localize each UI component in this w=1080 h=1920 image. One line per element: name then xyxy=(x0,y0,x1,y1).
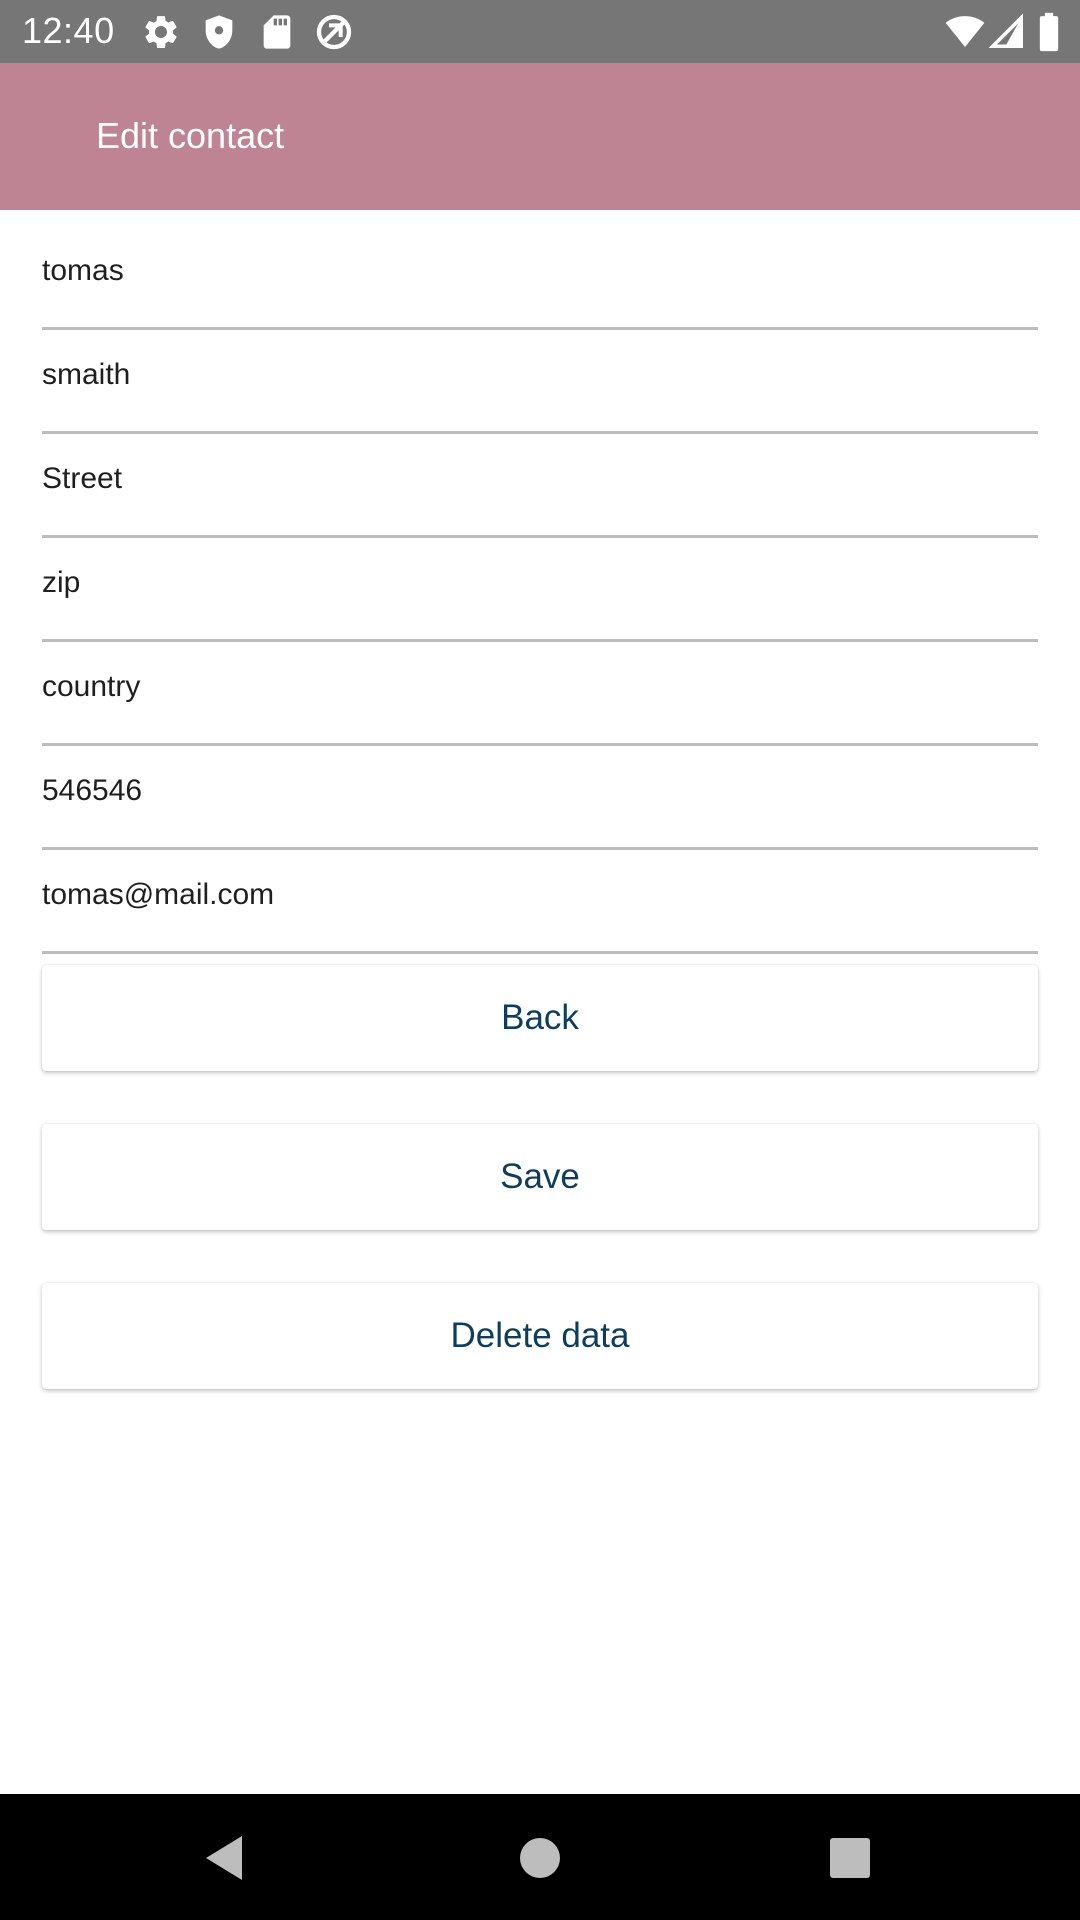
email-input[interactable] xyxy=(42,867,1038,923)
cell-signal-icon xyxy=(988,12,1026,52)
back-button[interactable]: Back xyxy=(42,965,1038,1071)
first-name-underline xyxy=(42,327,1038,330)
first-name-input[interactable] xyxy=(42,243,1038,299)
battery-icon xyxy=(1036,12,1062,52)
zip-underline xyxy=(42,639,1038,642)
email-field xyxy=(42,867,1038,957)
country-underline xyxy=(42,743,1038,746)
email-underline xyxy=(42,951,1038,954)
first-name-field xyxy=(42,243,1038,333)
shield-icon xyxy=(199,12,239,52)
recents-square-icon[interactable] xyxy=(822,1830,878,1886)
home-circle-icon[interactable] xyxy=(512,1830,568,1886)
street-field xyxy=(42,451,1038,541)
sd-card-icon xyxy=(257,12,297,52)
page-title: Edit contact xyxy=(96,115,285,156)
zip-input[interactable] xyxy=(42,555,1038,611)
phone-input[interactable] xyxy=(42,763,1038,819)
phone-field xyxy=(42,763,1038,853)
save-button[interactable]: Save xyxy=(42,1124,1038,1230)
last-name-field xyxy=(42,347,1038,437)
wifi-icon xyxy=(944,12,986,52)
delete-data-button[interactable]: Delete data xyxy=(42,1283,1038,1389)
zip-field xyxy=(42,555,1038,645)
navigation-bar xyxy=(0,1794,1080,1920)
country-field xyxy=(42,659,1038,749)
status-bar: 12:40 xyxy=(0,0,1080,63)
no-data-sync-icon xyxy=(314,12,354,52)
app-bar: Edit contact xyxy=(0,63,1080,210)
last-name-input[interactable] xyxy=(42,347,1038,403)
back-triangle-icon[interactable] xyxy=(198,1830,254,1886)
phone-underline xyxy=(42,847,1038,850)
settings-gear-icon xyxy=(141,12,181,52)
country-input[interactable] xyxy=(42,659,1038,715)
status-time: 12:40 xyxy=(22,10,115,51)
street-underline xyxy=(42,535,1038,538)
last-name-underline xyxy=(42,431,1038,434)
street-input[interactable] xyxy=(42,451,1038,507)
